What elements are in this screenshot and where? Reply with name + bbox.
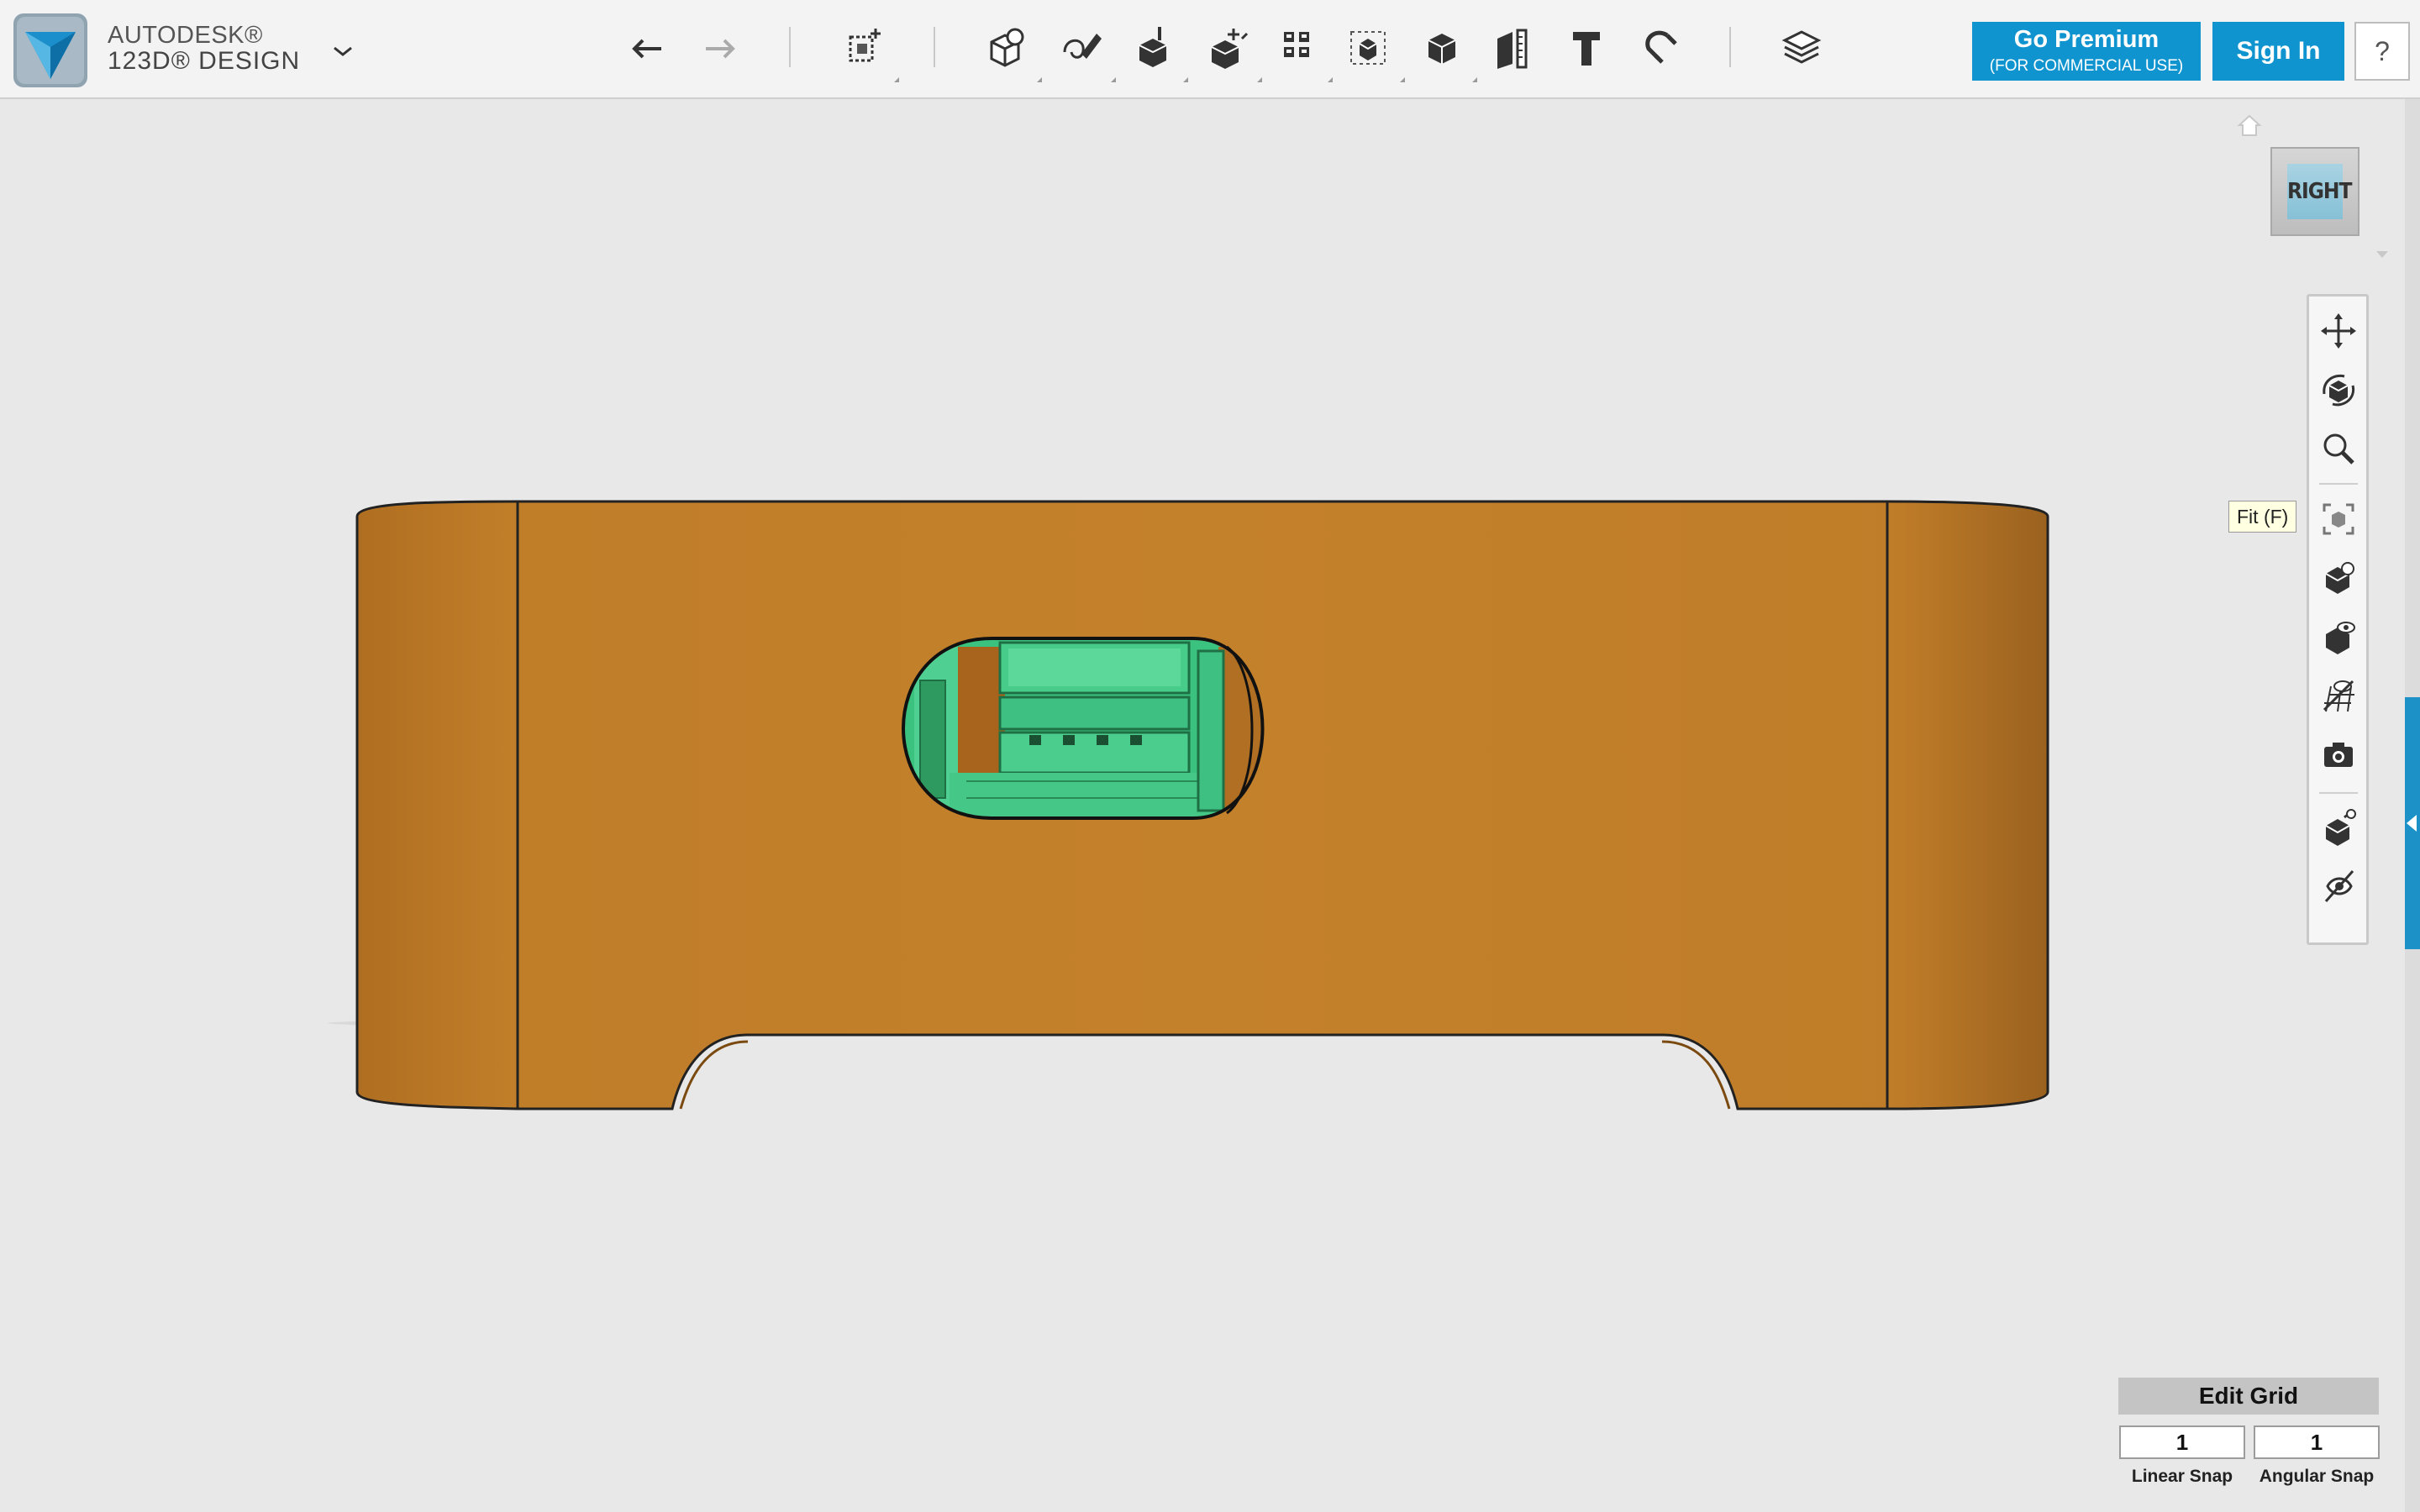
sign-in-button[interactable]: Sign In	[2212, 22, 2344, 81]
app-logo[interactable]	[13, 13, 87, 87]
construct-icon[interactable]	[1128, 22, 1178, 72]
toolbar-divider	[934, 27, 935, 67]
navigation-bar	[2307, 294, 2369, 945]
material-view-icon[interactable]	[2317, 806, 2360, 848]
pattern-dropdown-indicator	[1328, 77, 1333, 82]
primitives-icon[interactable]	[981, 22, 1032, 72]
3d-model[interactable]	[0, 99, 2405, 1512]
navbar-divider	[2319, 792, 2358, 794]
linear-snap-input[interactable]	[2119, 1425, 2245, 1459]
fit-tooltip: Fit (F)	[2228, 501, 2297, 533]
collapse-arrow-icon	[2407, 815, 2417, 832]
modify-dropdown-indicator	[1257, 77, 1262, 82]
undo-icon[interactable]	[623, 22, 673, 72]
zoom-icon[interactable]	[2317, 428, 2360, 470]
transform-dropdown-indicator	[894, 77, 899, 82]
combine-icon[interactable]	[1417, 22, 1467, 72]
grid-visibility-icon[interactable]	[2317, 675, 2360, 717]
go-premium-button[interactable]: Go Premium (FOR COMMERCIAL USE)	[1972, 22, 2201, 81]
toolbar-divider	[1729, 27, 1731, 67]
construct-dropdown-indicator	[1183, 77, 1188, 82]
redo-icon[interactable]	[694, 22, 744, 72]
hide-icon[interactable]	[2317, 864, 2360, 906]
text-icon[interactable]	[1561, 22, 1612, 72]
angular-snap-input[interactable]	[2254, 1425, 2380, 1459]
home-icon[interactable]	[2235, 111, 2264, 139]
group-dropdown-indicator	[1400, 77, 1405, 82]
pattern-icon[interactable]	[1272, 22, 1323, 72]
brand-company: AUTODESK®	[108, 22, 263, 49]
top-toolbar: AUTODESK® 123D® DESIGN Go Premium (FOR C…	[0, 0, 2420, 99]
modify-icon[interactable]	[1202, 22, 1252, 72]
app-menu-chevron-icon[interactable]	[329, 44, 356, 60]
snap-icon[interactable]	[1634, 22, 1684, 72]
screenshot-icon[interactable]	[2317, 733, 2360, 775]
angular-snap-label: Angular Snap	[2259, 1467, 2375, 1486]
view-cube-face-label[interactable]: RIGHT	[2287, 164, 2352, 219]
side-panel-toggle[interactable]	[2405, 697, 2420, 949]
view-cube-menu-icon[interactable]	[2375, 249, 2390, 259]
group-icon[interactable]	[1343, 22, 1393, 72]
primitives-dropdown-indicator	[1037, 77, 1042, 82]
view-cube[interactable]: RIGHT	[2270, 147, 2360, 236]
go-premium-label: Go Premium	[2013, 26, 2160, 53]
combine-dropdown-indicator	[1472, 77, 1477, 82]
3d-viewport[interactable]	[0, 99, 2405, 1512]
measure-icon[interactable]	[1489, 22, 1539, 72]
pan-icon[interactable]	[2317, 310, 2360, 352]
sketch-dropdown-indicator	[1111, 77, 1116, 82]
linear-snap-label: Linear Snap	[2131, 1467, 2233, 1486]
navbar-divider	[2319, 483, 2358, 485]
fit-icon[interactable]	[2317, 498, 2360, 540]
port-opening	[902, 637, 1265, 820]
transform-icon[interactable]	[840, 22, 891, 72]
go-premium-sublabel: (FOR COMMERCIAL USE)	[1989, 57, 2184, 75]
orbit-icon[interactable]	[2317, 369, 2360, 411]
edit-grid-button[interactable]: Edit Grid	[2118, 1378, 2379, 1415]
view-icon[interactable]	[2317, 557, 2360, 599]
help-button[interactable]: ?	[2354, 22, 2410, 81]
visibility-icon[interactable]	[2317, 616, 2360, 658]
toolbar-divider	[789, 27, 791, 67]
brand-product: 123D® DESIGN	[108, 47, 301, 75]
sketch-icon[interactable]	[1056, 22, 1107, 72]
material-icon[interactable]	[1776, 22, 1827, 72]
